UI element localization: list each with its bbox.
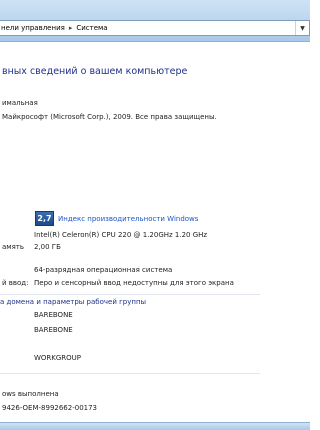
product-id-value: 9426-OEM-8992662-00173 bbox=[2, 404, 98, 412]
pen-touch-label: й ввод: bbox=[2, 279, 29, 287]
ram-value: 2,00 ГБ bbox=[34, 243, 61, 251]
breadcrumb-control-panel[interactable]: нели управления bbox=[1, 24, 65, 32]
section-divider bbox=[0, 294, 260, 295]
breadcrumb-system[interactable]: Система bbox=[76, 24, 107, 32]
full-computer-name-value: BAREBONE bbox=[34, 326, 73, 334]
chevron-down-icon[interactable]: ▼ bbox=[295, 21, 309, 35]
system-properties-panel: вных сведений о вашем компьютере имальна… bbox=[0, 43, 310, 430]
page-title: вных сведений о вашем компьютере bbox=[2, 66, 188, 77]
section-divider bbox=[0, 373, 260, 374]
address-bar[interactable]: нели управления ▸ Система ▼ bbox=[0, 20, 310, 36]
copyright-text: Майкрософт (Microsoft Corp.), 2009. Все … bbox=[2, 113, 217, 121]
system-type-value: 64-разрядная операционная система bbox=[34, 266, 173, 274]
performance-score-badge[interactable]: 2,7 bbox=[35, 211, 54, 226]
performance-index-link[interactable]: Индекс производительности Windows bbox=[58, 215, 198, 223]
processor-value: Intel(R) Celeron(R) CPU 220 @ 1.20GHz 1.… bbox=[34, 231, 208, 239]
computer-name-section-title: а домена и параметры рабочей группы bbox=[0, 298, 147, 306]
pen-touch-value: Перо и сенсорный ввод недоступны для это… bbox=[34, 279, 234, 287]
computer-name-value: BAREBONE bbox=[34, 311, 73, 319]
breadcrumb-separator-icon[interactable]: ▸ bbox=[69, 24, 73, 32]
workgroup-value: WORKGROUP bbox=[34, 354, 82, 362]
ram-label: амять bbox=[2, 243, 24, 251]
edition-name: имальная bbox=[2, 99, 38, 107]
window-bottom-border bbox=[0, 422, 310, 430]
activation-status: ows выполнена bbox=[2, 390, 59, 398]
